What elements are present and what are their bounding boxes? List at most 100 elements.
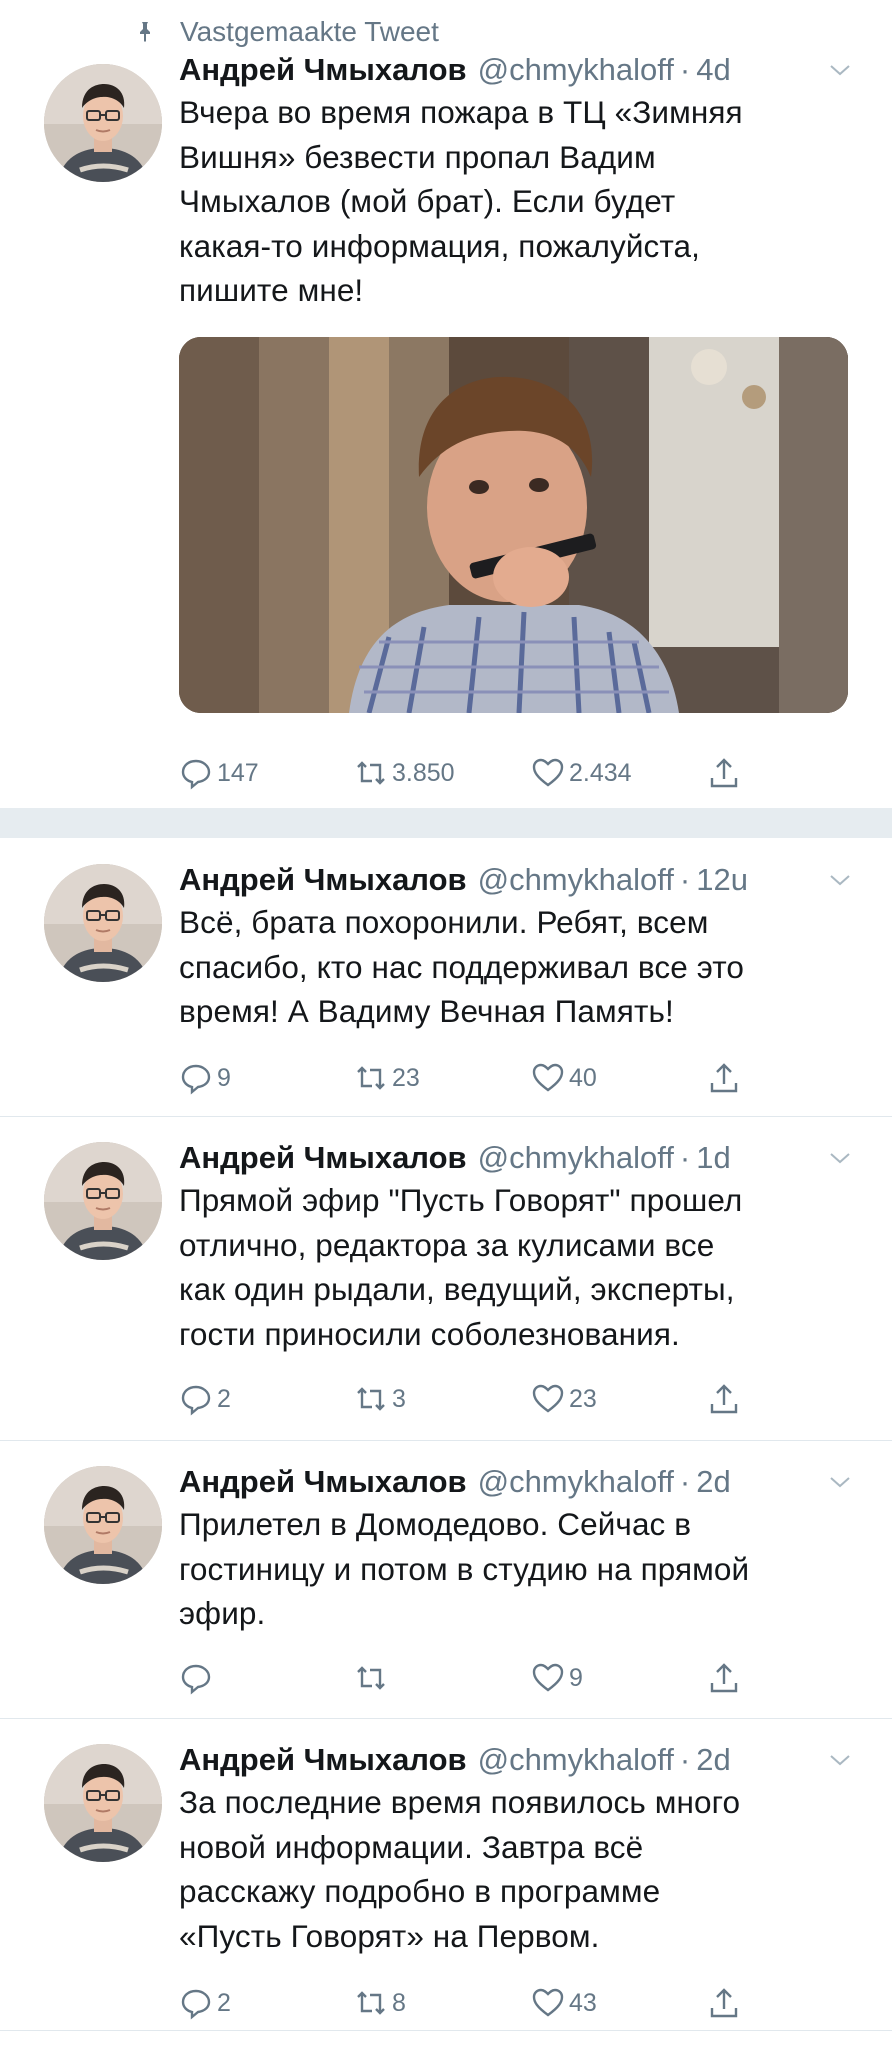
separator-dot: ·	[679, 1742, 691, 1777]
reply-button[interactable]: 2	[179, 1983, 231, 2023]
pinned-label-text: Vastgemaakte Tweet	[180, 16, 439, 47]
tweet-header: Андрей Чмыхалов @chmykhaloff · 1d	[179, 1136, 852, 1180]
tweet-divider	[0, 1116, 892, 1117]
tweet-header: Андрей Чмыхалов @chmykhaloff · 4d	[179, 48, 852, 92]
separator-dot: ·	[679, 52, 691, 87]
author-handle[interactable]: @chmykhaloff	[478, 1140, 674, 1176]
like-count: 9	[569, 1663, 583, 1692]
retweet-button[interactable]: 3.850	[354, 753, 455, 793]
avatar[interactable]	[44, 1142, 162, 1260]
share-icon	[710, 1988, 738, 2018]
tweet[interactable]: Андрей Чмыхалов @chmykhaloff · 2d За пос…	[0, 1738, 892, 2038]
tweet-actions: 147 3.850 2.434	[179, 753, 779, 793]
share-button[interactable]	[707, 1983, 741, 2023]
like-count: 23	[569, 1384, 597, 1413]
share-button[interactable]	[707, 1379, 741, 1419]
author-handle[interactable]: @chmykhaloff	[478, 52, 674, 88]
tweet-actions: 9	[179, 1658, 779, 1698]
tweet-divider	[0, 2030, 892, 2031]
chevron-down-icon[interactable]	[828, 1146, 852, 1170]
tweet[interactable]: Андрей Чмыхалов @chmykhaloff · 4d Вчера …	[0, 48, 892, 808]
share-button[interactable]	[707, 1658, 741, 1698]
chevron-down-icon[interactable]	[828, 58, 852, 82]
tweet-header: Андрей Чмыхалов @chmykhaloff · 2d	[179, 1460, 852, 1504]
reply-icon	[181, 1385, 211, 1416]
author-handle[interactable]: @chmykhaloff	[478, 862, 674, 898]
share-icon	[710, 1384, 738, 1414]
tweet-text: Всё, брата похоронили. Ребят, всем спаси…	[179, 904, 744, 1029]
share-icon	[710, 758, 738, 788]
tweet-photo[interactable]	[179, 336, 848, 713]
share-button[interactable]	[707, 753, 741, 793]
tweet-divider	[0, 1440, 892, 1441]
reply-count: 2	[217, 1384, 231, 1413]
reply-button[interactable]: 147	[179, 753, 259, 793]
avatar[interactable]	[44, 1466, 162, 1584]
reply-count: 2	[217, 1988, 231, 2017]
separator-dot: ·	[679, 862, 691, 897]
author-name[interactable]: Андрей Чмыхалов	[179, 52, 467, 88]
chevron-down-icon[interactable]	[828, 1470, 852, 1494]
reply-button[interactable]	[179, 1658, 217, 1698]
retweet-count: 3.850	[392, 758, 455, 787]
like-button[interactable]: 2.434	[531, 753, 632, 793]
heart-icon	[532, 758, 564, 787]
author-name[interactable]: Андрей Чмыхалов	[179, 1464, 467, 1500]
tweet-header: Андрей Чмыхалов @chmykhaloff · 12u	[179, 858, 852, 902]
like-button[interactable]: 40	[531, 1058, 597, 1098]
pin-icon	[140, 22, 150, 42]
like-button[interactable]: 43	[531, 1983, 597, 2023]
chevron-down-icon[interactable]	[828, 868, 852, 892]
tweet-actions: 2 8 43	[179, 1983, 779, 2023]
share-icon	[710, 1663, 738, 1693]
heart-icon	[532, 1988, 564, 2017]
like-button[interactable]: 9	[531, 1658, 583, 1698]
heart-icon	[532, 1063, 564, 1092]
retweet-icon	[357, 761, 385, 785]
reply-count: 147	[217, 758, 259, 787]
chevron-down-icon[interactable]	[828, 1748, 852, 1772]
retweet-icon	[357, 1991, 385, 2015]
tweet-time[interactable]: 12u	[696, 862, 748, 898]
tweet[interactable]: Андрей Чмыхалов @chmykhaloff · 12u Всё, …	[0, 858, 892, 1114]
reply-icon	[181, 1989, 211, 2020]
section-separator	[0, 808, 892, 838]
like-button[interactable]: 23	[531, 1379, 597, 1419]
retweet-button[interactable]: 23	[354, 1058, 420, 1098]
retweet-button[interactable]: 8	[354, 1983, 406, 2023]
like-count: 43	[569, 1988, 597, 2017]
retweet-button[interactable]	[354, 1658, 392, 1698]
author-name[interactable]: Андрей Чмыхалов	[179, 1742, 467, 1778]
pinned-tweet-label: Vastgemaakte Tweet	[133, 14, 439, 50]
tweet-time[interactable]: 4d	[696, 52, 730, 88]
tweet[interactable]: Андрей Чмыхалов @chmykhaloff · 1d Прямой…	[0, 1136, 892, 1436]
tweet-time[interactable]: 2d	[696, 1464, 730, 1500]
tweet-time[interactable]: 2d	[696, 1742, 730, 1778]
author-handle[interactable]: @chmykhaloff	[478, 1742, 674, 1778]
tweet-text: Прилетел в Домодедово. Сейчас в гостиниц…	[179, 1506, 750, 1631]
heart-icon	[532, 1384, 564, 1413]
avatar[interactable]	[44, 864, 162, 982]
reply-icon	[181, 1664, 211, 1695]
author-name[interactable]: Андрей Чмыхалов	[179, 1140, 467, 1176]
tweet[interactable]: Андрей Чмыхалов @chmykhaloff · 2d Прилет…	[0, 1460, 892, 1716]
avatar[interactable]	[44, 64, 162, 182]
avatar[interactable]	[44, 1744, 162, 1862]
tweet-time[interactable]: 1d	[696, 1140, 730, 1176]
share-icon	[710, 1063, 738, 1093]
boy-with-harmonica-photo	[179, 336, 848, 713]
separator-dot: ·	[679, 1140, 691, 1175]
like-count: 40	[569, 1063, 597, 1092]
tweet-header: Андрей Чмыхалов @chmykhaloff · 2d	[179, 1738, 852, 1782]
share-button[interactable]	[707, 1058, 741, 1098]
reply-button[interactable]: 9	[179, 1058, 231, 1098]
tweet-text: Прямой эфир "Пусть Говорят" прошел отлич…	[179, 1182, 743, 1352]
retweet-button[interactable]: 3	[354, 1379, 406, 1419]
tweet-actions: 9 23 40	[179, 1058, 779, 1098]
author-name[interactable]: Андрей Чмыхалов	[179, 862, 467, 898]
author-handle[interactable]: @chmykhaloff	[478, 1464, 674, 1500]
reply-button[interactable]: 2	[179, 1379, 231, 1419]
retweet-count: 8	[392, 1988, 406, 2017]
retweet-icon	[357, 1387, 385, 1411]
tweet-text: Вчера во время пожара в ТЦ «Зимняя Вишня…	[179, 94, 743, 308]
